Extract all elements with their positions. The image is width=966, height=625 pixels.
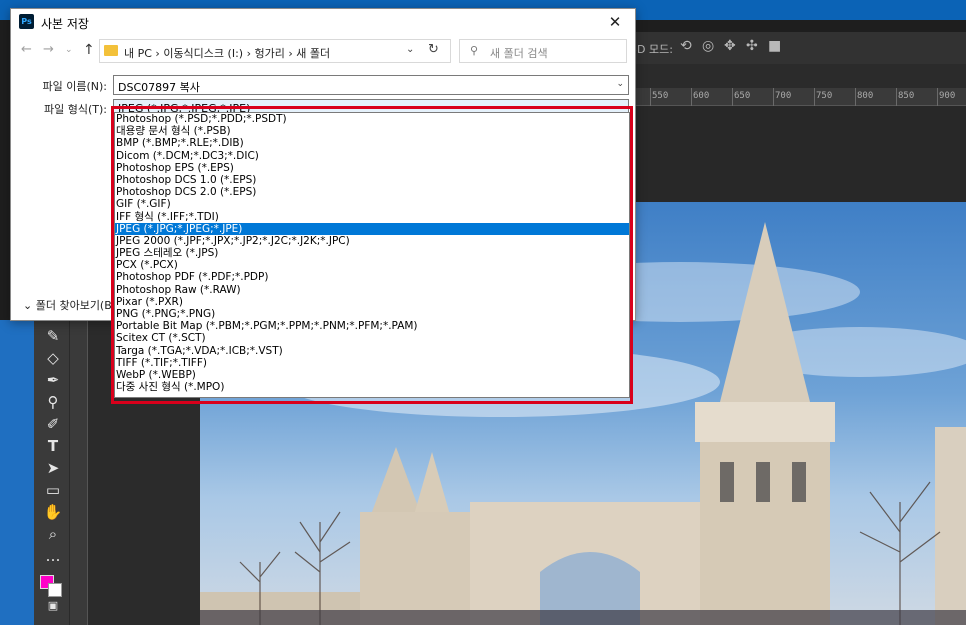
folder-icon [104,45,118,56]
photoshop-logo-icon: Ps [19,14,34,29]
filetype-option[interactable]: IFF 형식 (*.IFF;*.TDI) [115,211,629,223]
filetype-option[interactable]: Targa (*.TGA;*.VDA;*.ICB;*.VST) [115,345,629,357]
ps-vertical-ruler [70,320,88,625]
brush-tool-icon[interactable]: ⚲ [42,392,64,412]
ruler-tick-line [773,88,774,106]
ruler-tick-label: 800 [857,91,874,101]
filetype-option[interactable]: PNG (*.PNG;*.PNG) [115,308,629,320]
path-tool-icon[interactable]: ✐ [42,414,64,434]
filetype-option[interactable]: JPEG (*.JPG;*.JPEG;*.JPE) [115,222,629,235]
ruler-tick-line [896,88,897,106]
filetype-option[interactable]: Scitex CT (*.SCT) [115,332,629,344]
slide-3d-icon[interactable]: ✣ [746,38,758,54]
filetype-option[interactable]: GIF (*.GIF) [115,198,629,210]
ruler-tick-line [814,88,815,106]
path-selection-tool-icon[interactable]: ➤ [42,458,64,478]
dialog-titlebar: Ps 사본 저장 ✕ [11,9,635,35]
browse-folders-label: 폴더 찾아보기(B) [35,299,117,312]
roll-3d-icon[interactable]: ◎ [702,38,714,54]
ruler-tick-line [855,88,856,106]
ruler-tick-line [732,88,733,106]
ps-options-bar: 3D 모드: ⟲ ◎ ✥ ✣ ■ [600,32,966,64]
filetype-option[interactable]: Photoshop PDF (*.PDF;*.PDP) [115,271,629,283]
address-dropdown-chevron-icon[interactable]: ⌄ [406,44,414,55]
arrow-left-icon[interactable]: ← [21,42,32,57]
filetype-chevron-icon[interactable]: ⌄ [616,102,624,112]
ps-horizontal-ruler: 550 600 650 700 750 800 850 900 [630,88,966,106]
filetype-option[interactable]: 다중 사진 형식 (*.MPO) [115,381,629,393]
ps-3d-mode-label: 3D 모드: [630,43,673,56]
filetype-option[interactable]: PCX (*.PCX) [115,259,629,271]
ruler-tick-label: 900 [939,91,956,101]
quick-mask-icon[interactable]: ▣ [42,596,64,616]
filetype-option[interactable]: Portable Bit Map (*.PBM;*.PGM;*.PPM;*.PN… [115,320,629,332]
filetype-option[interactable]: Photoshop EPS (*.EPS) [115,162,629,174]
ps-document-tabs [600,64,966,88]
eyedropper-tool-icon[interactable]: ✎ [42,326,64,346]
browse-folders-toggle[interactable]: ⌄ 폴더 찾아보기(B) [23,297,116,313]
dialog-title: 사본 저장 [41,17,89,31]
ruler-tick-label: 600 [693,91,710,101]
paint-bucket-tool-icon[interactable]: ◇ [42,348,64,368]
filename-chevron-icon[interactable]: ⌄ [616,79,624,89]
filetype-option[interactable]: 대용량 문서 형식 (*.PSB) [115,125,629,137]
search-placeholder: 새 폴더 검색 [490,47,548,60]
filename-value: DSC07897 복사 [118,81,200,94]
ruler-tick-line [691,88,692,106]
filetype-option[interactable]: Photoshop DCS 1.0 (*.EPS) [115,174,629,186]
zoom-tool-icon[interactable]: ⌕ [42,524,64,544]
filetype-option[interactable]: WebP (*.WEBP) [115,369,629,381]
background-color-swatch[interactable] [48,583,62,597]
pen-tool-icon[interactable]: ✒ [42,370,64,390]
filetype-option[interactable]: Dicom (*.DCM;*.DC3;*.DIC) [115,150,629,162]
filetype-option[interactable]: Photoshop Raw (*.RAW) [115,284,629,296]
chevron-down-icon: ⌄ [23,299,36,312]
ruler-tick-label: 700 [775,91,792,101]
arrow-right-icon[interactable]: → [43,42,54,57]
arrow-up-icon[interactable]: ↑ [83,42,95,58]
search-box[interactable]: ⚲ 새 폴더 검색 [459,39,627,63]
ruler-tick-label: 550 [652,91,669,101]
filename-field[interactable]: DSC07897 복사 ⌄ [113,75,629,95]
filename-label: 파일 이름(N): [42,80,108,93]
windows-desktop-edge [0,320,34,625]
refresh-icon[interactable]: ↻ [428,42,439,57]
orbit-3d-icon[interactable]: ⟲ [680,38,692,54]
ruler-tick-label: 750 [816,91,833,101]
filetype-option[interactable]: Photoshop (*.PSD;*.PDD;*.PSDT) [115,113,629,125]
navigation-bar: ← → ⌄ ↑ 내 PC › 이동식디스크 (I:) › 헝가리 › 새 폴더 … [11,39,635,65]
address-path: 내 PC › 이동식디스크 (I:) › 헝가리 › 새 폴더 [124,47,331,60]
pan-3d-icon[interactable]: ✥ [724,38,736,54]
filetype-option[interactable]: JPEG 2000 (*.JPF;*.JPX;*.JP2;*.J2C;*.J2K… [115,235,629,247]
type-tool-icon[interactable]: T [42,436,64,456]
more-tools-icon[interactable]: … [42,546,64,566]
filetype-option[interactable]: JPEG 스테레오 (*.JPS) [115,247,629,259]
filetype-option[interactable]: Pixar (*.PXR) [115,296,629,308]
filetype-option[interactable]: BMP (*.BMP;*.RLE;*.DIB) [115,137,629,149]
filetype-option[interactable]: Photoshop DCS 2.0 (*.EPS) [115,186,629,198]
ruler-tick-label: 850 [898,91,915,101]
filetype-option[interactable]: TIFF (*.TIF;*.TIFF) [115,357,629,369]
scale-3d-icon[interactable]: ■ [768,38,781,54]
rectangle-tool-icon[interactable]: ▭ [42,480,64,500]
recent-locations-chevron-icon[interactable]: ⌄ [65,45,73,55]
close-icon[interactable]: ✕ [603,11,627,33]
search-icon: ⚲ [470,44,479,57]
ruler-tick-label: 650 [734,91,751,101]
filetype-dropdown-list: Photoshop (*.PSD;*.PDD;*.PSDT) 대용량 문서 형식 … [114,112,630,398]
ruler-tick-line [650,88,651,106]
filetype-label: 파일 형식(T): [44,103,107,116]
address-bar[interactable]: 내 PC › 이동식디스크 (I:) › 헝가리 › 새 폴더 ⌄ ↻ [99,39,451,63]
hand-tool-icon[interactable]: ✋ [42,502,64,522]
ruler-tick-line [937,88,938,106]
